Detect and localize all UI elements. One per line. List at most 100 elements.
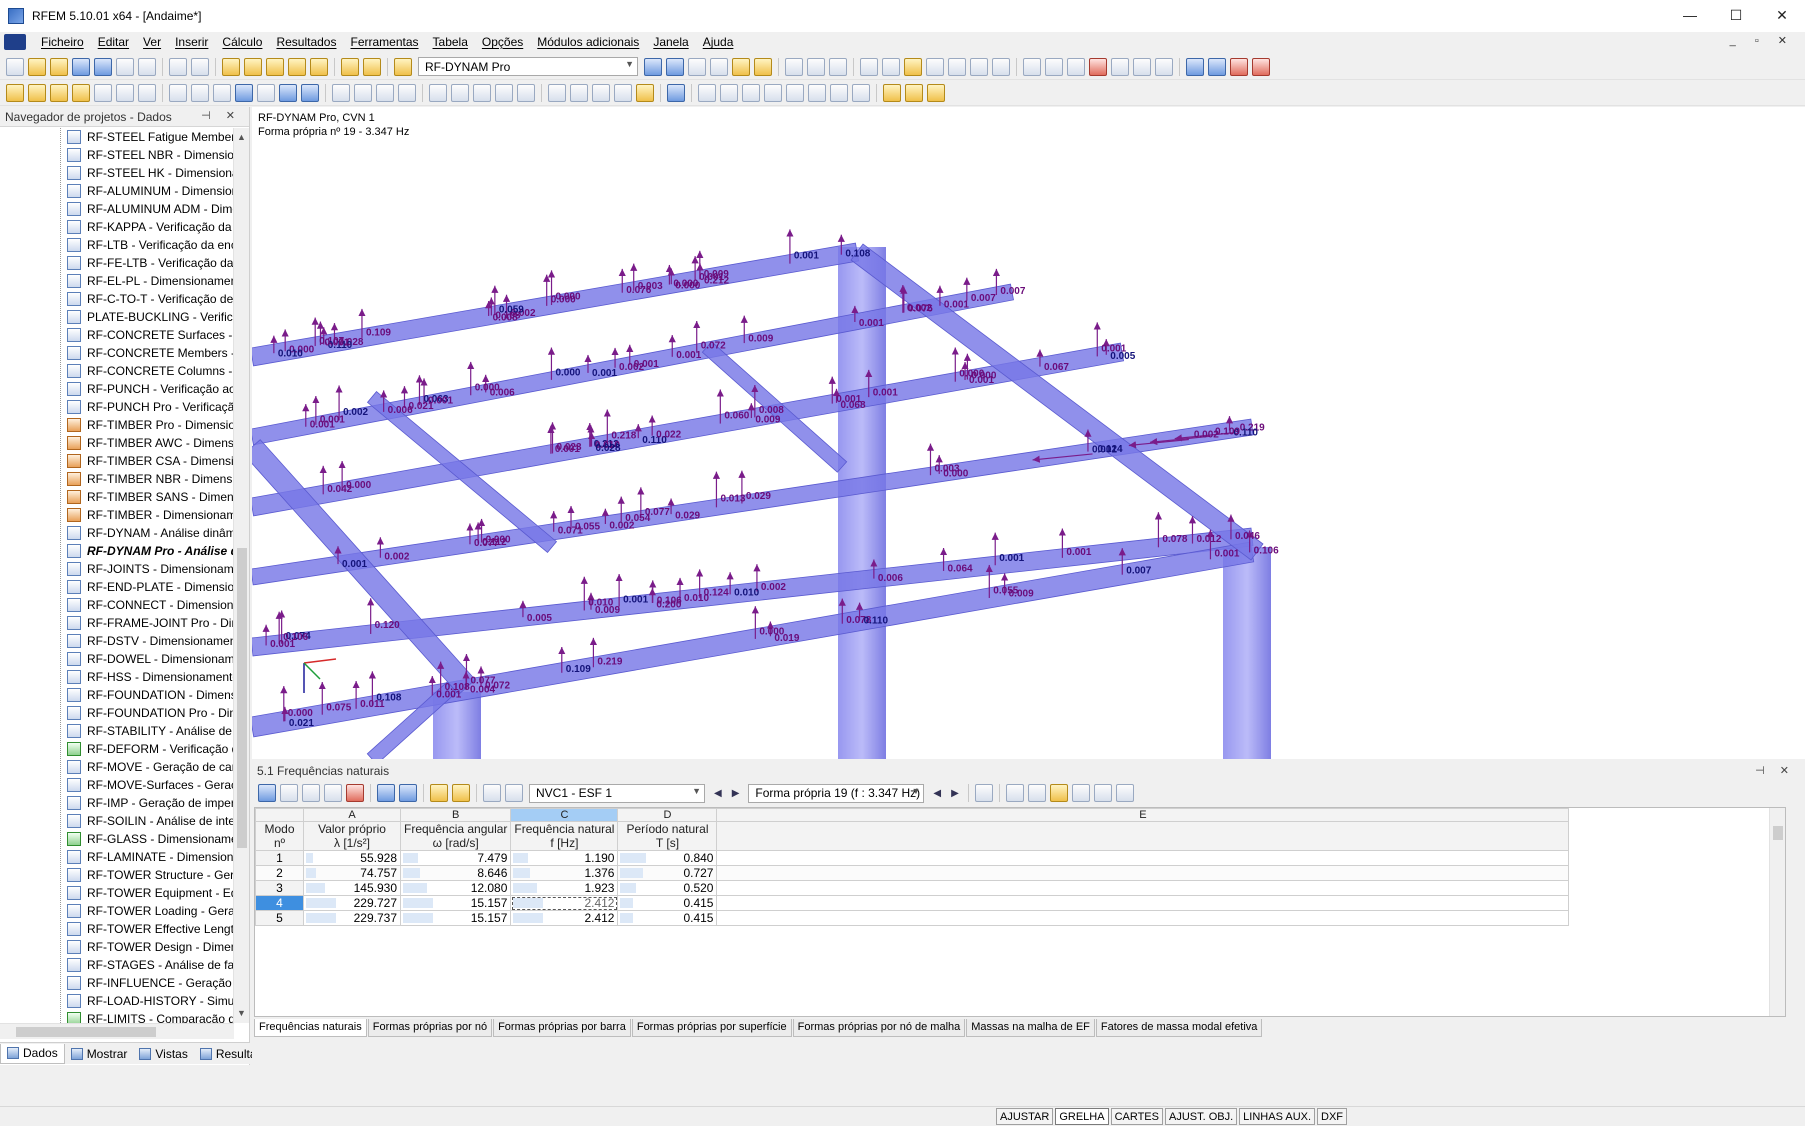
solid-icon[interactable] — [235, 83, 253, 102]
nav-item[interactable]: RF-DSTV - Dimensionamento de ligações — [0, 632, 234, 650]
menu-ajuda[interactable]: Ajuda — [696, 35, 741, 49]
nav-item[interactable]: RF-FRAME-JOINT Pro - Dimensionamento — [0, 614, 234, 632]
iso-view-icon[interactable] — [495, 83, 513, 102]
scroll-down-icon[interactable]: ▼ — [237, 1008, 246, 1018]
diagram-icon[interactable] — [398, 83, 416, 102]
delete-icon[interactable] — [1089, 57, 1107, 76]
nav-item[interactable]: RF-ALUMINUM - Dimensionamento — [0, 182, 234, 200]
nav-item[interactable]: RF-EL-PL - Dimensionamento elástico — [0, 272, 234, 290]
tab-frequencias-naturais[interactable]: Frequências naturais — [254, 1019, 367, 1037]
undo-icon[interactable] — [169, 57, 187, 76]
table-row[interactable]: 5 229.737 15.157 2.412 0.415 — [255, 910, 1570, 926]
model-viewport[interactable]: RF-DYNAM Pro, CVN 1 Forma própria nº 19 … — [252, 107, 1805, 759]
table-cell-mode[interactable]: 2 — [255, 865, 304, 881]
scale-icon[interactable] — [992, 57, 1010, 76]
rotate-icon[interactable] — [926, 57, 944, 76]
menu-editar[interactable]: Editar — [91, 35, 136, 49]
nav-item[interactable]: RF-STEEL NBR - Dimensionamento — [0, 146, 234, 164]
nav-item[interactable]: RF-LIMITS - Comparação de resultados — [0, 1010, 234, 1023]
nav-item[interactable]: RF-DYNAM Pro - Análise dinâmica — [0, 542, 234, 560]
nav-item[interactable]: RF-TIMBER Pro - Dimensionamento — [0, 416, 234, 434]
zoom-all-icon[interactable] — [473, 83, 491, 102]
guide-line-icon[interactable] — [698, 83, 716, 102]
member-icon[interactable] — [50, 83, 68, 102]
move-icon[interactable] — [904, 57, 922, 76]
edit-table-icon[interactable] — [505, 784, 523, 802]
load-icon[interactable] — [169, 83, 187, 102]
hscrollbar-thumb[interactable] — [16, 1027, 156, 1037]
dxf-icon[interactable] — [720, 83, 738, 102]
status-ajustar[interactable]: AJUSTAR — [996, 1108, 1054, 1125]
nav-item[interactable]: RF-FE-LTB - Verificação da encurvadura — [0, 254, 234, 272]
table-cell-f[interactable]: 1.190 — [510, 850, 619, 866]
menu-janela[interactable]: Janela — [646, 35, 695, 49]
menu-resultados[interactable]: Resultados — [269, 35, 343, 49]
menu-calculo[interactable]: Cálculo — [215, 35, 269, 49]
help-icon[interactable] — [1252, 57, 1270, 76]
column-icon[interactable] — [483, 784, 501, 802]
grid-icon[interactable] — [860, 57, 878, 76]
nav-item[interactable]: RF-MOVE-Surfaces - Geração de cargas — [0, 776, 234, 794]
new-file-icon[interactable] — [6, 57, 24, 76]
column-letter-c[interactable]: C — [510, 808, 619, 822]
results-values-icon[interactable] — [688, 57, 706, 76]
deformation-icon[interactable] — [710, 57, 728, 76]
zoom-icon[interactable] — [429, 83, 447, 102]
nav-item[interactable]: RF-HSS - Dimensionamento de ligações — [0, 668, 234, 686]
column-letter-e[interactable]: E — [716, 808, 1570, 822]
dimension-icon[interactable] — [970, 57, 988, 76]
tab-massas-malha[interactable]: Massas na malha de EF — [966, 1019, 1095, 1037]
eccentricity-icon[interactable] — [116, 83, 134, 102]
find-icon[interactable] — [266, 57, 284, 76]
nav-item[interactable]: RF-TIMBER NBR - Dimensionamento — [0, 470, 234, 488]
nav-item[interactable]: RF-MOVE - Geração de cargas móveis — [0, 758, 234, 776]
frequencies-table[interactable]: A B C D E Modo nº Valor próprio λ [1/s²] F… — [254, 807, 1786, 1017]
pdf-icon[interactable] — [1230, 57, 1248, 76]
table-cell-omega[interactable]: 8.646 — [399, 865, 512, 881]
calculate-icon[interactable] — [332, 83, 350, 102]
set-of-members-icon[interactable] — [138, 83, 156, 102]
nav-item[interactable]: RF-CONCRETE Members - Dimensionamento — [0, 344, 234, 362]
funnel-icon[interactable] — [1005, 784, 1024, 802]
decimals-icon[interactable] — [1115, 784, 1134, 802]
previous-case-icon[interactable]: ◀ — [714, 788, 722, 799]
navigator-hscrollbar[interactable] — [0, 1023, 234, 1039]
layers-icon[interactable] — [808, 83, 826, 102]
line-icon[interactable] — [28, 83, 46, 102]
spreadsheet-icon[interactable] — [1071, 784, 1090, 802]
table-cell-empty[interactable] — [716, 850, 1570, 866]
close-button[interactable]: ✕ — [1759, 0, 1805, 30]
filter-table-icon[interactable] — [280, 784, 298, 802]
solid-render-icon[interactable] — [592, 83, 610, 102]
save-icon[interactable] — [72, 57, 90, 76]
panel-icon[interactable] — [883, 83, 901, 102]
status-ajust-obj[interactable]: AJUST. OBJ. — [1164, 1108, 1238, 1125]
surface-icon[interactable] — [279, 83, 297, 102]
warning-icon[interactable] — [1067, 57, 1085, 76]
table-cell-empty[interactable] — [716, 880, 1570, 896]
table-cell-empty[interactable] — [716, 865, 1570, 881]
nav-item[interactable]: RF-DEFORM - Verificação de deformações — [0, 740, 234, 758]
transparency-icon[interactable] — [614, 83, 632, 102]
globe-icon[interactable] — [667, 83, 685, 102]
copy-window-icon[interactable] — [310, 57, 328, 76]
table-cell-mode[interactable]: 1 — [255, 850, 304, 866]
previous-mode-icon[interactable]: ◀ — [933, 788, 941, 799]
view-icon[interactable] — [785, 57, 803, 76]
tab-dados[interactable]: Dados — [0, 1043, 65, 1064]
coordinate-icon[interactable] — [742, 83, 760, 102]
save-all-icon[interactable] — [94, 57, 112, 76]
minimize-button[interactable]: — — [1667, 0, 1713, 30]
zoom-window-icon[interactable] — [451, 83, 469, 102]
chart-icon[interactable] — [346, 784, 364, 802]
nav-item[interactable]: RF-STEEL HK - Dimensionamento — [0, 164, 234, 182]
table-cell-f[interactable]: 1.376 — [510, 865, 619, 881]
table-cell-f[interactable]: 2.412 — [510, 910, 619, 926]
column-letter-b[interactable]: B — [399, 808, 512, 822]
nav-item[interactable]: RF-TIMBER CSA - Dimensionamento — [0, 452, 234, 470]
numbering-icon[interactable] — [905, 83, 923, 102]
nav-item[interactable]: RF-DOWEL - Dimensionamento de — [0, 650, 234, 668]
tab-formas-superficie[interactable]: Formas próprias por superfície — [631, 1019, 792, 1037]
clipping-icon[interactable] — [852, 83, 870, 102]
visibility-icon[interactable] — [764, 83, 782, 102]
